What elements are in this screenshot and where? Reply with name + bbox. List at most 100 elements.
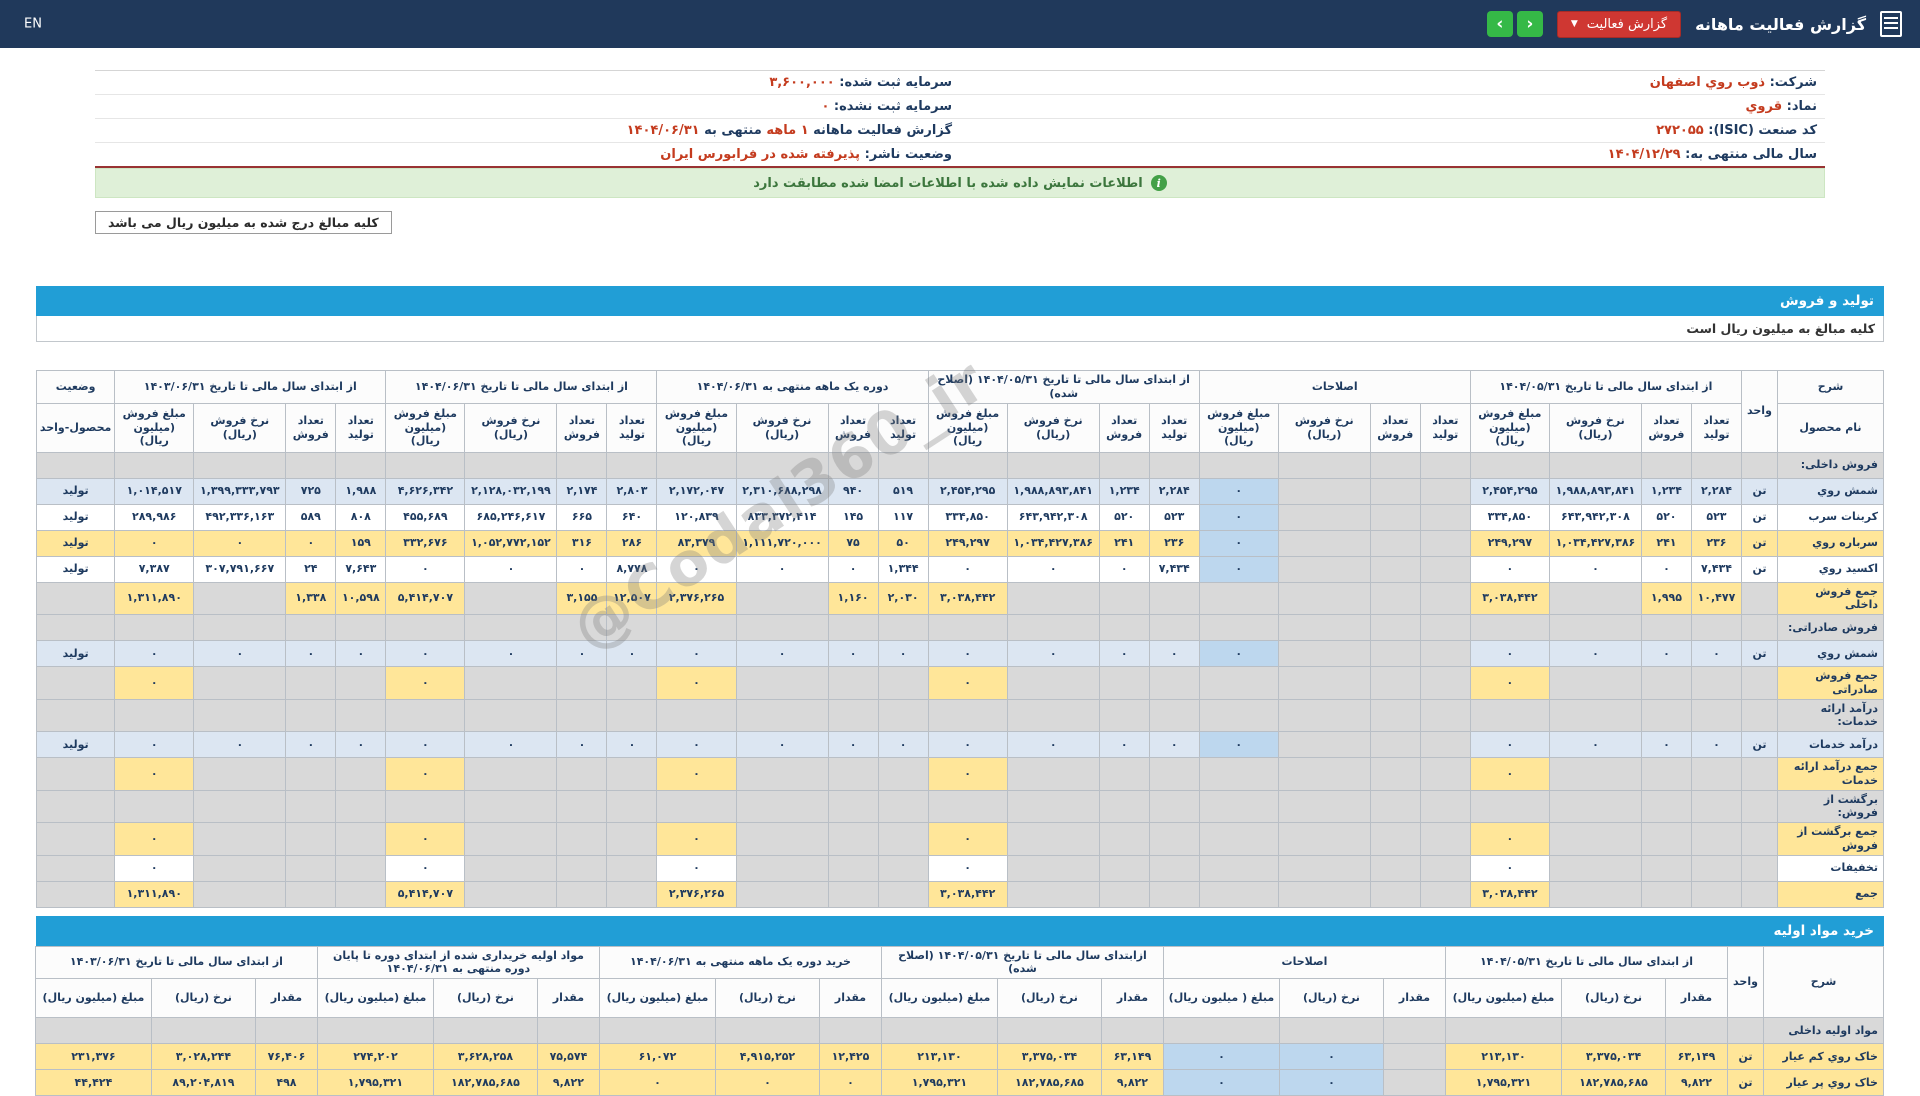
value-cell	[1420, 530, 1470, 556]
company-info-label: سال مالی منتهی به:	[1681, 147, 1817, 162]
value-cell	[1370, 530, 1420, 556]
value-cell	[1691, 699, 1741, 732]
value-cell	[1549, 667, 1641, 700]
value-cell	[1279, 1018, 1383, 1044]
value-cell	[194, 667, 286, 700]
value-cell	[1370, 855, 1420, 881]
value-cell: ۲۸۹,۹۸۶	[115, 504, 194, 530]
value-cell	[599, 1018, 715, 1044]
unit-cell: تن	[1741, 556, 1777, 582]
value-cell	[1370, 823, 1420, 856]
value-cell	[1420, 790, 1470, 823]
value-cell: ۰	[1199, 530, 1278, 556]
column-header: مبلغ ( میلیون ریال)	[1163, 979, 1279, 1018]
company-info-label: شرکت:	[1765, 75, 1817, 90]
value-cell: ۰	[607, 732, 657, 758]
value-cell	[255, 1018, 317, 1044]
value-cell	[286, 823, 336, 856]
production-sales-table: شرحواحداز ابتدای سال مالی تا تاریخ ۱۴۰۴/…	[36, 370, 1884, 908]
value-cell	[736, 582, 828, 615]
table-row: اکسید رويتن۷,۴۳۴۰۰۰۰۷,۴۳۴۰۰۰۱,۳۴۴۰۰۰۸,۷۷…	[37, 556, 1884, 582]
value-cell: ۰	[878, 641, 928, 667]
value-cell: ۸۹,۲۰۴,۸۱۹	[151, 1070, 255, 1096]
value-cell: ۵۲۳	[1149, 504, 1199, 530]
value-cell: ۰	[736, 556, 828, 582]
value-cell: ۲,۴۵۴,۲۹۵	[1470, 478, 1549, 504]
language-toggle[interactable]: EN	[24, 17, 42, 32]
value-cell	[828, 881, 878, 907]
company-info-label: سرمایه ثبت نشده:	[829, 99, 952, 114]
report-type-button[interactable]: گزارش فعالیت ▼	[1557, 11, 1681, 38]
column-header: تعداد فروش	[286, 403, 336, 452]
value-cell: ۰	[1199, 641, 1278, 667]
value-cell	[465, 881, 557, 907]
value-cell: ۰	[1641, 732, 1691, 758]
value-cell: ۵,۴۱۴,۷۰۷	[386, 881, 465, 907]
value-cell	[1199, 582, 1278, 615]
value-cell: ۰	[928, 556, 1007, 582]
value-cell	[557, 452, 607, 478]
value-cell: ۳,۰۲۸,۲۴۴	[151, 1044, 255, 1070]
column-group-header: از ابتدای سال مالی تا تاریخ ۱۴۰۴/۰۵/۳۱	[1445, 946, 1727, 979]
prev-report-button[interactable]: ›	[1487, 11, 1513, 37]
unit-cell	[1741, 881, 1777, 907]
value-cell	[1691, 790, 1741, 823]
value-cell	[1641, 699, 1691, 732]
value-cell: ۴۹۸	[255, 1070, 317, 1096]
amounts-note-box: کلیه مبالغ درج شده به میلیون ریال می باش…	[95, 211, 392, 234]
value-cell: ۵۸۹	[286, 504, 336, 530]
value-cell: ۷,۶۴۳	[336, 556, 386, 582]
table-row: برگشت ازفروش:	[37, 790, 1884, 823]
value-cell: ۰	[115, 641, 194, 667]
value-cell: ۰	[1470, 758, 1549, 791]
value-cell: ۰	[336, 641, 386, 667]
column-header: مبلغ فروش (میلیون ریال)	[115, 403, 194, 452]
value-cell	[1149, 667, 1199, 700]
row-label: خاک روي پر عیار	[1764, 1070, 1884, 1096]
value-cell	[386, 699, 465, 732]
value-cell: ۷,۴۳۴	[1149, 556, 1199, 582]
value-cell: ۰	[386, 823, 465, 856]
value-cell: ۲۳۶	[1691, 530, 1741, 556]
value-cell: ۰	[928, 758, 1007, 791]
column-header: تعداد تولید	[878, 403, 928, 452]
value-cell	[1370, 667, 1420, 700]
row-label: جمع فروشداخلی	[1777, 582, 1883, 615]
company-info-value: ۱۴۰۴/۰۶/۳۱	[627, 123, 700, 138]
value-cell: ۱۸۲,۷۸۵,۶۸۵	[433, 1070, 537, 1096]
section-header-materials: خرید مواد اولیه	[36, 916, 1884, 946]
value-cell	[1007, 582, 1099, 615]
column-header: مبلغ فروش (میلیون ریال)	[1199, 403, 1278, 452]
value-cell	[607, 615, 657, 641]
value-cell: ۰	[1279, 1044, 1383, 1070]
value-cell	[1549, 615, 1641, 641]
value-cell	[1641, 881, 1691, 907]
value-cell: ۰	[607, 641, 657, 667]
value-cell	[828, 758, 878, 791]
value-cell: ۰	[736, 732, 828, 758]
value-cell: ۲,۳۷۶,۲۶۵	[657, 582, 736, 615]
column-header: مبلغ (میلیون ریال)	[35, 979, 151, 1018]
value-cell	[1420, 452, 1470, 478]
table-row: تخفیفات۰۰۰۰۰	[37, 855, 1884, 881]
status-cell: تولید	[37, 732, 115, 758]
column-header: تعداد تولید	[1149, 403, 1199, 452]
value-cell	[286, 615, 336, 641]
value-cell: ۵۱۹	[878, 478, 928, 504]
column-header: نرخ فروش (ریال)	[465, 403, 557, 452]
value-cell	[1420, 758, 1470, 791]
next-report-button[interactable]: ‹	[1517, 11, 1543, 37]
report-document-icon[interactable]	[1880, 11, 1902, 37]
value-cell: ۹۴۰	[828, 478, 878, 504]
status-cell	[37, 582, 115, 615]
value-cell: ۰	[1007, 641, 1099, 667]
value-cell	[1370, 699, 1420, 732]
value-cell	[1163, 1018, 1279, 1044]
value-cell: ۳,۰۳۸,۴۴۲	[928, 881, 1007, 907]
company-info-label: سرمایه ثبت شده:	[835, 75, 952, 90]
value-cell: ۶۴۰	[607, 504, 657, 530]
value-cell: ۰	[715, 1070, 819, 1096]
value-cell: ۴۴,۴۲۴	[35, 1070, 151, 1096]
value-cell: ۰	[115, 855, 194, 881]
raw-materials-table: شرحواحداز ابتدای سال مالی تا تاریخ ۱۴۰۴/…	[35, 946, 1884, 1096]
